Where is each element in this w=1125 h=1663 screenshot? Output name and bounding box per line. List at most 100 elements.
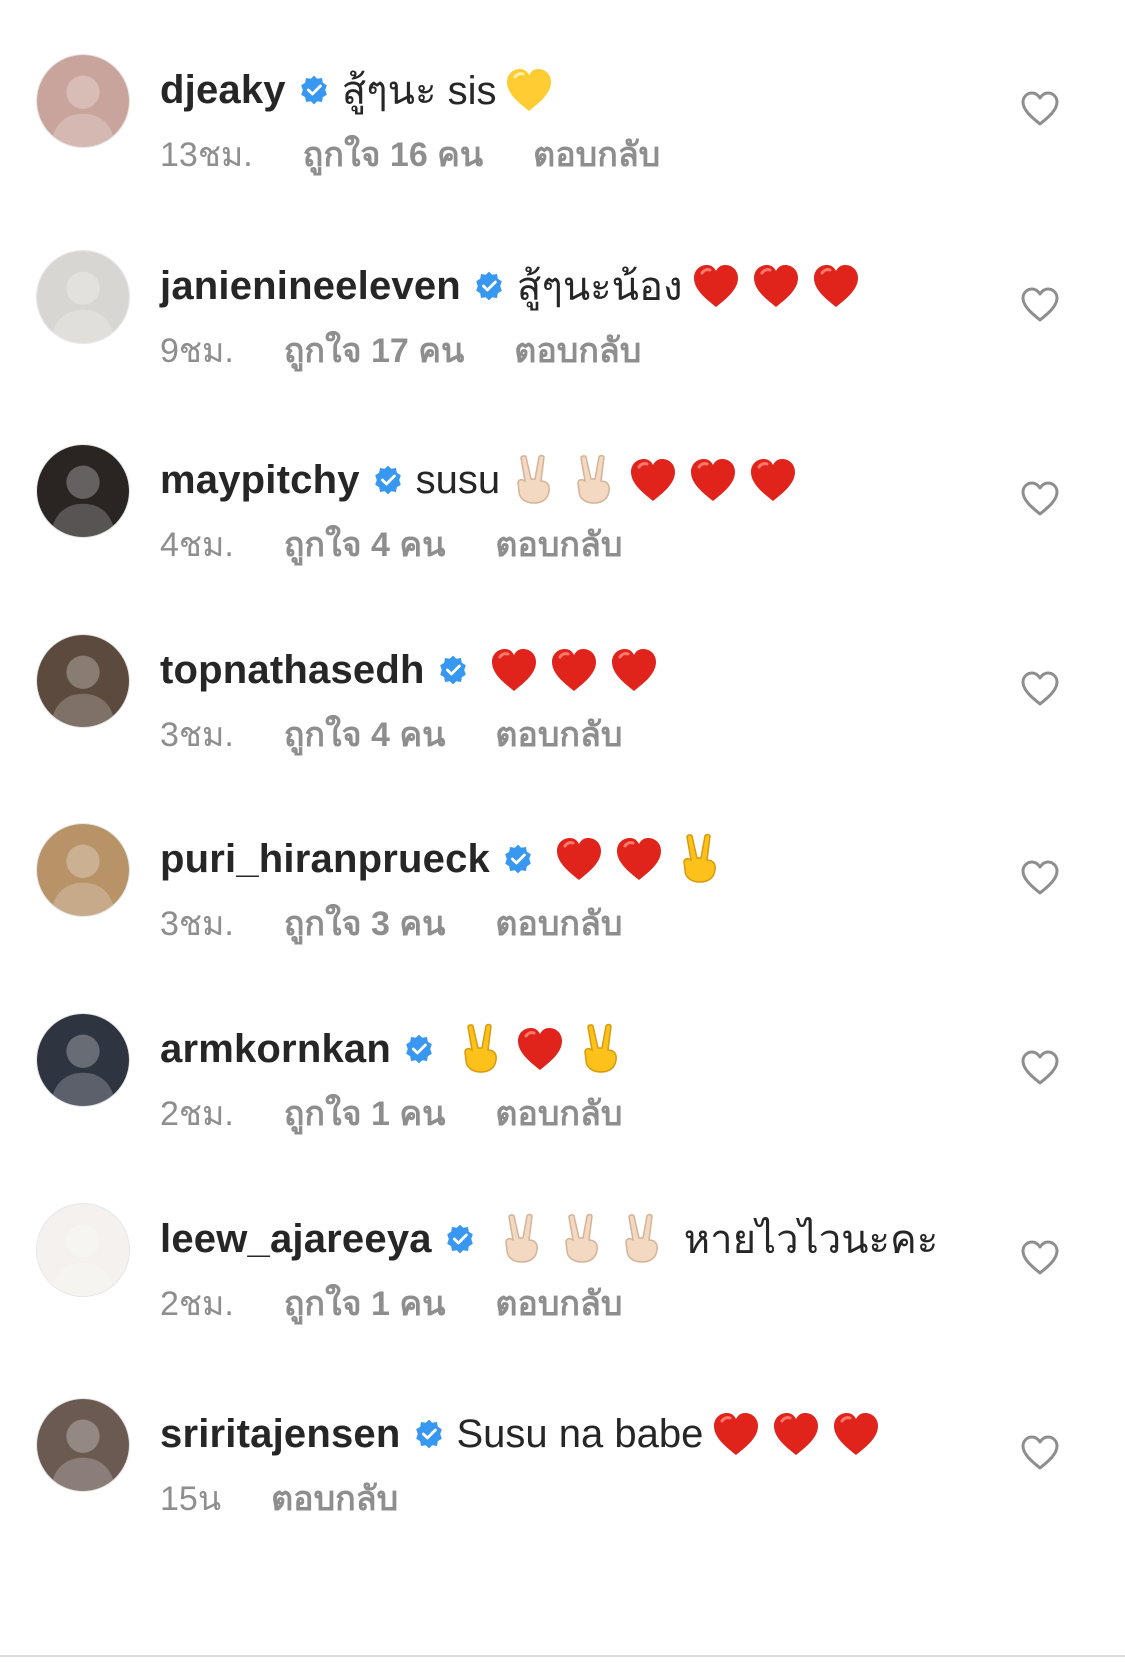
likes-count-link[interactable]: ถูกใจ 1 คน (284, 1086, 445, 1140)
emoji-group (494, 1212, 674, 1266)
red-heart-emoji (607, 643, 661, 697)
red-heart-emoji (769, 1407, 823, 1461)
username-link[interactable]: puri_hiranprueck (160, 837, 490, 882)
verified-badge-icon (413, 1418, 445, 1450)
reply-button[interactable]: ตอบกลับ (495, 1086, 622, 1140)
comment-body: djeaky สู้ๆนะ sis (160, 60, 562, 120)
comment-row: topnathasedh 3ชม. ถูกใจ 4 คน ตอบกลับ (0, 634, 1125, 794)
likes-count-link[interactable]: ถูกใจ 4 คน (284, 517, 445, 571)
comment-row: leew_ajareeya หายไวไวนะคะ 2ชม. ถูกใจ 1 คน ตอ… (0, 1203, 1125, 1363)
red-heart-emoji (689, 259, 743, 313)
like-heart-icon[interactable] (1020, 859, 1060, 897)
timestamp: 2ชม. (160, 1095, 234, 1133)
emoji-group (487, 643, 667, 697)
victory-hand-light-emoji (506, 453, 560, 507)
like-heart-icon[interactable] (1020, 670, 1060, 708)
red-heart-emoji (749, 259, 803, 313)
username-link[interactable]: djeaky (160, 68, 286, 113)
reply-button[interactable]: ตอบกลับ (495, 517, 622, 571)
comment-row: djeaky สู้ๆนะ sis 13ชม. ถูกใจ 16 คน ตอบกลับ (0, 54, 1125, 214)
comment-row: janienineeleven สู้ๆนะน้อง 9ชม. ถูกใจ 17 คน… (0, 250, 1125, 410)
timestamp: 2ชม. (160, 1285, 234, 1323)
like-heart-icon[interactable] (1020, 1239, 1060, 1277)
username-link[interactable]: sriritajensen (160, 1412, 401, 1457)
emoji-group (506, 453, 806, 507)
likes-count-link[interactable]: ถูกใจ 4 คน (284, 707, 445, 761)
verified-badge-icon (437, 654, 469, 686)
timestamp: 15น (160, 1480, 222, 1518)
reply-button[interactable]: ตอบกลับ (514, 323, 641, 377)
victory-hand-light-emoji (554, 1212, 608, 1266)
reply-button[interactable]: ตอบกลับ (533, 127, 660, 181)
username-link[interactable]: armkornkan (160, 1027, 391, 1072)
verified-badge-icon (444, 1223, 476, 1255)
comment-meta: 3ชม. ถูกใจ 4 คน ตอบกลับ (160, 712, 622, 756)
emoji-group (552, 832, 732, 886)
avatar[interactable] (36, 823, 130, 917)
comment-meta: 13ชม. ถูกใจ 16 คน ตอบกลับ (160, 132, 660, 176)
red-heart-emoji (686, 453, 740, 507)
comment-body: armkornkan (160, 1019, 633, 1079)
comment-row: sriritajensen Susu na babe 15น ตอบกลับ (0, 1398, 1125, 1558)
comment-body: sriritajensen Susu na babe (160, 1404, 889, 1464)
comment-body: leew_ajareeya หายไวไวนะคะ (160, 1209, 938, 1269)
reply-button[interactable]: ตอบกลับ (495, 896, 622, 950)
comment-meta: 9ชม. ถูกใจ 17 คน ตอบกลับ (160, 328, 641, 372)
like-heart-icon[interactable] (1020, 480, 1060, 518)
verified-badge-icon (473, 270, 505, 302)
username-link[interactable]: janienineeleven (160, 264, 461, 309)
comment-text: หายไวไวนะคะ (683, 1218, 939, 1262)
victory-hand-light-emoji (614, 1212, 668, 1266)
username-link[interactable]: leew_ajareeya (160, 1217, 432, 1262)
reply-button[interactable]: ตอบกลับ (495, 707, 622, 761)
red-heart-emoji (709, 1407, 763, 1461)
comment-body: janienineeleven สู้ๆนะน้อง (160, 256, 869, 316)
avatar[interactable] (36, 1203, 130, 1297)
avatar[interactable] (36, 250, 130, 344)
comments-list: djeaky สู้ๆนะ sis 13ชม. ถูกใจ 16 คน ตอบกลับ j… (0, 0, 1125, 1663)
comment-meta: 4ชม. ถูกใจ 4 คน ตอบกลับ (160, 522, 622, 566)
like-heart-icon[interactable] (1020, 1049, 1060, 1087)
like-heart-icon[interactable] (1020, 286, 1060, 324)
avatar[interactable] (36, 1398, 130, 1492)
emoji-group (709, 1407, 889, 1461)
reply-button[interactable]: ตอบกลับ (271, 1471, 398, 1525)
likes-count-link[interactable]: ถูกใจ 3 คน (284, 896, 445, 950)
red-heart-emoji (513, 1022, 567, 1076)
likes-count-link[interactable]: ถูกใจ 1 คน (284, 1276, 445, 1330)
comment-body: topnathasedh (160, 640, 667, 700)
yellow-heart-emoji (502, 63, 556, 117)
comment-text: สู้ๆนะน้อง (516, 265, 683, 309)
like-heart-icon[interactable] (1020, 1434, 1060, 1472)
reply-button[interactable]: ตอบกลับ (495, 1276, 622, 1330)
avatar[interactable] (36, 54, 130, 148)
victory-hand-yellow-emoji (573, 1022, 627, 1076)
comment-meta: 15น ตอบกลับ (160, 1476, 398, 1520)
likes-count-link[interactable]: ถูกใจ 16 คน (303, 127, 483, 181)
victory-hand-light-emoji (566, 453, 620, 507)
username-link[interactable]: topnathasedh (160, 648, 425, 693)
red-heart-emoji (612, 832, 666, 886)
avatar[interactable] (36, 634, 130, 728)
comment-meta: 3ชม. ถูกใจ 3 คน ตอบกลับ (160, 901, 622, 945)
like-heart-icon[interactable] (1020, 90, 1060, 128)
comment-row: armkornkan 2ชม. ถูกใจ 1 คน ตอบกลับ (0, 1013, 1125, 1173)
comment-row: puri_hiranprueck 3ชม. ถูกใจ 3 คน ตอบกลับ (0, 823, 1125, 983)
avatar[interactable] (36, 444, 130, 538)
comment-body: puri_hiranprueck (160, 829, 732, 889)
verified-badge-icon (403, 1033, 435, 1065)
red-heart-emoji (547, 643, 601, 697)
comment-meta: 2ชม. ถูกใจ 1 คน ตอบกลับ (160, 1091, 622, 1135)
victory-hand-yellow-emoji (453, 1022, 507, 1076)
timestamp: 9ชม. (160, 332, 234, 370)
avatar[interactable] (36, 1013, 130, 1107)
verified-badge-icon (502, 843, 534, 875)
emoji-group (502, 63, 562, 117)
likes-count-link[interactable]: ถูกใจ 17 คน (284, 323, 464, 377)
comment-meta: 2ชม. ถูกใจ 1 คน ตอบกลับ (160, 1281, 622, 1325)
timestamp: 3ชม. (160, 716, 234, 754)
username-link[interactable]: maypitchy (160, 458, 360, 503)
verified-badge-icon (372, 464, 404, 496)
timestamp: 4ชม. (160, 526, 234, 564)
victory-hand-light-emoji (494, 1212, 548, 1266)
